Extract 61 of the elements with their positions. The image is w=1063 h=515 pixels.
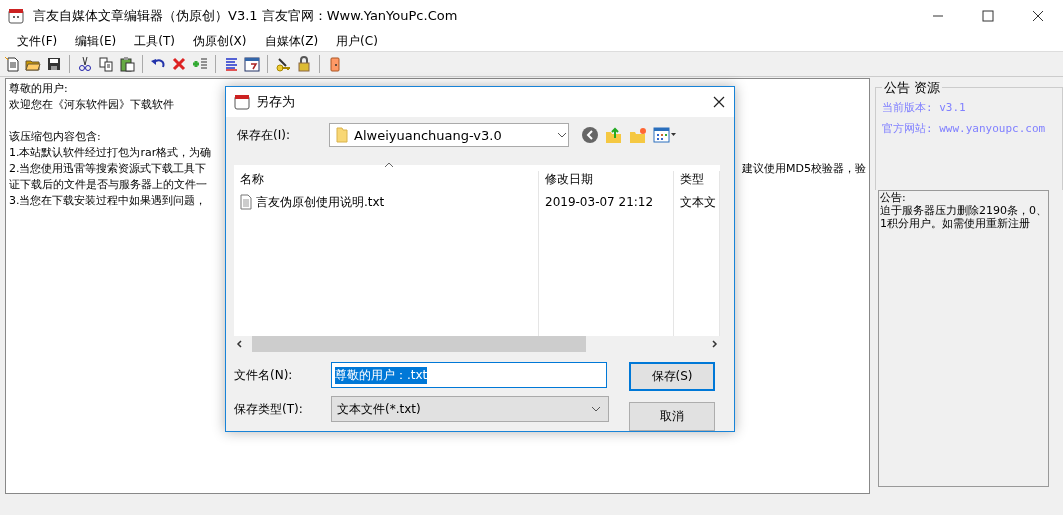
- column-header[interactable]: 修改日期: [539, 171, 674, 193]
- notice-text: 1积分用户。如需使用重新注册: [880, 217, 1031, 230]
- menu-item[interactable]: 编辑(E): [66, 33, 126, 50]
- column-header[interactable]: 类型: [674, 171, 720, 193]
- app-icon: [7, 7, 25, 25]
- lines-icon[interactable]: [223, 56, 239, 72]
- group-title: 公告 资源: [882, 79, 943, 97]
- chevron-down-icon: [590, 405, 602, 413]
- scissors-icon[interactable]: [77, 56, 93, 72]
- file-date: 2019-03-07 21:12: [539, 192, 674, 213]
- text-line: 尊敬的用户:: [9, 81, 68, 97]
- text-line: 建议使用MD5校验器，验: [742, 161, 866, 177]
- paste-icon[interactable]: [119, 56, 135, 72]
- close-icon[interactable]: [712, 95, 726, 110]
- file-name[interactable]: 言友伪原创使用说明.txt: [256, 192, 385, 213]
- door-icon[interactable]: [327, 56, 343, 72]
- field-label: 文件名(N):: [234, 366, 294, 384]
- text-line: 2.当您使用迅雷等搜索资源式下载工具下: [9, 161, 207, 177]
- scrollbar-thumb[interactable]: [252, 336, 586, 352]
- menu-item[interactable]: 伪原创(X): [183, 33, 256, 50]
- text-file-icon: [240, 194, 252, 211]
- notice-text: 公告:: [880, 191, 907, 204]
- menu-item[interactable]: 文件(F): [8, 33, 67, 50]
- folder-dropdown[interactable]: Alweiyuanchuang-v3.0: [329, 123, 569, 148]
- column-header[interactable]: 名称: [234, 171, 539, 193]
- add-lines-icon[interactable]: [192, 56, 208, 72]
- save-icon[interactable]: [46, 56, 62, 72]
- new-file-icon[interactable]: [4, 56, 20, 72]
- version-text: 当前版本: v3.1: [882, 100, 967, 115]
- view-menu-icon[interactable]: [653, 126, 677, 145]
- text-line: 该压缩包内容包含:: [9, 129, 101, 145]
- file-type-dropdown[interactable]: 文本文件(*.txt): [331, 396, 609, 422]
- app-icon: [234, 94, 250, 111]
- field-label: 保存在(I):: [237, 126, 291, 144]
- chevron-down-icon: [556, 131, 568, 140]
- field-label: 保存类型(T):: [234, 400, 304, 418]
- up-folder-icon[interactable]: [605, 126, 623, 145]
- file-type: 文本文: [674, 192, 720, 213]
- text-line: 证下载后的文件是否与服务器上的文件一: [9, 177, 207, 193]
- calendar-icon[interactable]: [244, 56, 260, 72]
- menu-item[interactable]: 用户(C): [327, 33, 387, 50]
- delete-icon[interactable]: [171, 56, 187, 72]
- back-icon[interactable]: [581, 126, 599, 145]
- text-line: 1.本站默认软件经过打包为rar格式，为确: [9, 145, 212, 161]
- save-button[interactable]: 保存(S): [629, 362, 715, 391]
- key-icon[interactable]: [275, 56, 291, 72]
- text-line: 3.当您在下载安装过程中如果遇到问题，: [9, 193, 207, 209]
- folder-icon: [336, 127, 348, 144]
- menu-item[interactable]: 工具(T): [125, 33, 184, 50]
- file-name-field[interactable]: 尊敬的用户：.txt: [331, 362, 607, 388]
- lock-icon[interactable]: [296, 56, 312, 72]
- copy-icon[interactable]: [98, 56, 114, 72]
- cancel-button[interactable]: 取消: [629, 402, 715, 431]
- text-line: 欢迎您在《河东软件园》下载软件: [9, 97, 174, 113]
- new-folder-icon[interactable]: [629, 126, 647, 145]
- close-icon[interactable]: [1031, 9, 1045, 23]
- window-title: 言友自媒体文章编辑器（伪原创）V3.1 言友官网：Www.YanYouPc.Com: [33, 7, 459, 25]
- dialog-title: 另存为: [256, 93, 296, 112]
- maximize-icon[interactable]: [981, 9, 995, 23]
- notice-text: 迫于服务器压力删除2190条，0、: [880, 204, 1047, 217]
- menu-item[interactable]: 自媒体(Z): [255, 33, 328, 50]
